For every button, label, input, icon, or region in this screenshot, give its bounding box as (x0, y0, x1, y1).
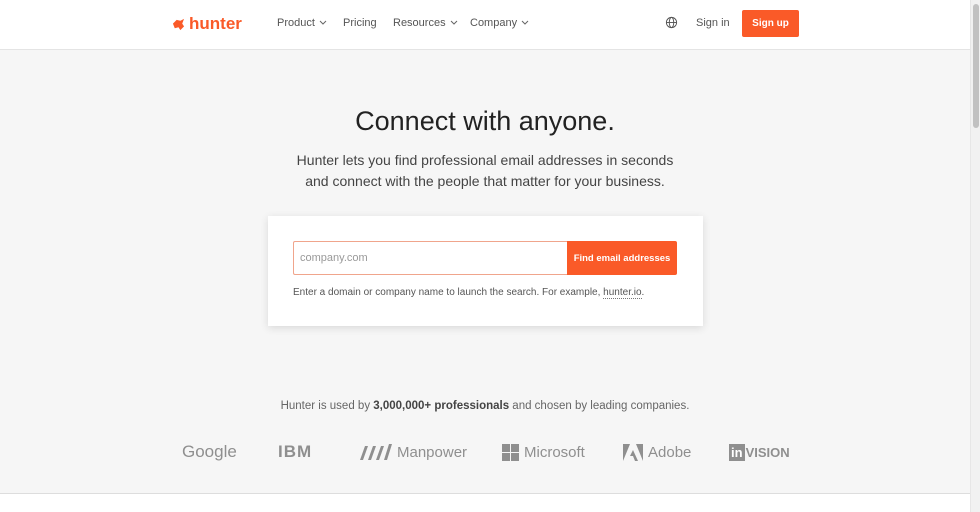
nav-pricing[interactable]: Pricing (343, 17, 393, 29)
globe-icon[interactable] (665, 16, 678, 29)
ibm-logo-text: IBM (278, 442, 313, 461)
hunter-logo-icon (172, 18, 185, 30)
hunter-logo[interactable]: hunter (172, 14, 242, 34)
nav-company[interactable]: Company (470, 17, 540, 29)
adobe-mark-icon (623, 443, 643, 461)
microsoft-windows-icon (502, 443, 519, 461)
nav-product-label: Product (277, 17, 315, 29)
sign-up-button[interactable]: Sign up (742, 10, 799, 37)
nav-pricing-label: Pricing (343, 17, 377, 29)
nav-resources-label: Resources (393, 17, 446, 29)
adobe-logo: Adobe (623, 436, 691, 468)
domain-search-card: Find email addresses Enter a domain or c… (268, 216, 703, 326)
microsoft-logo-text: Microsoft (524, 443, 585, 461)
google-logo: Google (182, 436, 237, 468)
hero-title: Connect with anyone. (355, 106, 615, 136)
search-hint-text: Enter a domain or company name to launch… (293, 287, 604, 298)
next-section-edge (0, 493, 970, 512)
domain-search-input[interactable] (293, 241, 567, 275)
nav-resources[interactable]: Resources (393, 17, 470, 29)
adobe-logo-text: Adobe (648, 443, 692, 461)
customer-logos: Google IBM Manpower Microsoft Adobe in V… (0, 436, 970, 468)
manpower-logo-text: Manpower (397, 443, 468, 461)
page-scrollbar[interactable] (970, 0, 980, 512)
chevron-down-icon (521, 20, 529, 25)
microsoft-logo: Microsoft (502, 436, 585, 468)
chevron-down-icon (450, 20, 457, 25)
social-proof-suffix: and chosen by leading companies. (509, 400, 690, 412)
nav-company-label: Company (470, 17, 518, 29)
example-domain-link[interactable]: hunter.io (603, 287, 642, 299)
top-navigation: hunter Product Pricing Resources Company… (0, 0, 970, 50)
search-hint: Enter a domain or company name to launch… (293, 287, 645, 299)
hero-subtitle: Hunter lets you find professional email … (296, 152, 674, 189)
manpower-logo: Manpower (358, 436, 467, 468)
nav-links: Product Pricing Resources Company (277, 17, 540, 29)
nav-product[interactable]: Product (277, 17, 343, 29)
ibm-logo: IBM (278, 436, 312, 468)
chevron-down-icon (319, 20, 327, 25)
social-proof-prefix: Hunter is used by (280, 400, 374, 412)
scrollbar-thumb[interactable] (973, 4, 979, 128)
manpower-mark-icon (360, 444, 392, 460)
brand-name: hunter (189, 14, 242, 33)
social-proof-text: Hunter is used by 3,000,000+ professiona… (0, 400, 970, 412)
sign-in-link[interactable]: Sign in (696, 17, 730, 29)
invision-logo-box: in (729, 443, 745, 461)
find-email-addresses-button[interactable]: Find email addresses (567, 241, 677, 275)
google-logo-text: Google (182, 442, 237, 461)
invision-logo: in VISION (729, 436, 790, 468)
professionals-count: 3,000,000+ professionals (373, 400, 510, 412)
invision-logo-text: VISION (745, 444, 790, 460)
search-hint-suffix: . (641, 287, 645, 298)
